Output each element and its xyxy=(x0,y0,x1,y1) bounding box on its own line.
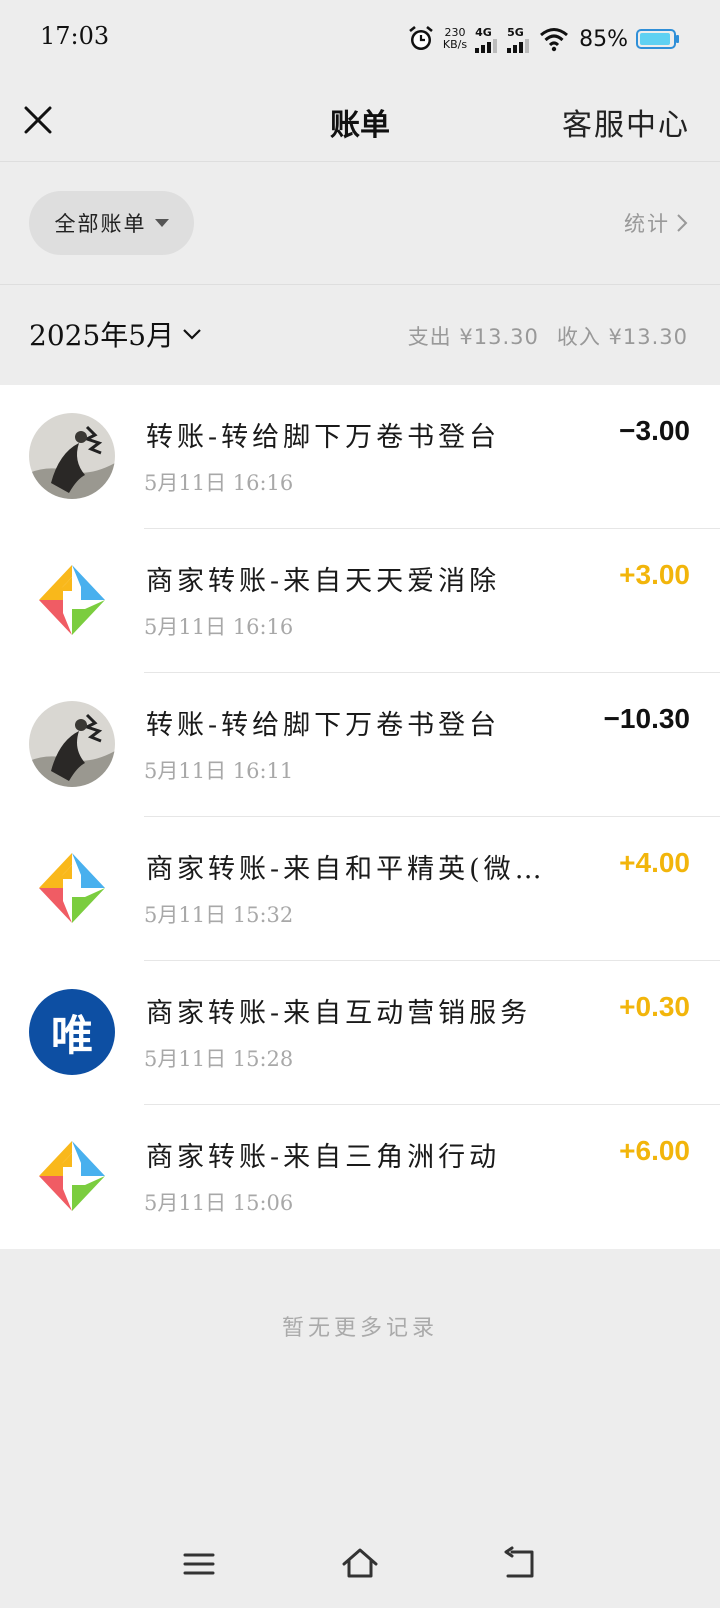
statistics-label: 统计 xyxy=(624,212,670,236)
transaction-amount: +4.00 xyxy=(619,847,690,878)
month-selector[interactable]: 2025年5月 xyxy=(29,314,202,354)
game-logo-icon xyxy=(29,1133,115,1219)
header-divider xyxy=(0,161,720,162)
status-icons: 230 KB/s 4G 5G 85% xyxy=(407,22,680,56)
home-icon[interactable] xyxy=(340,1544,380,1584)
transaction-time: 5月11日 15:28 xyxy=(144,1047,294,1071)
transaction-row[interactable]: 商家转账-来自天天爱消除 5月11日 16:16 +3.00 xyxy=(0,529,720,673)
game-logo-icon xyxy=(29,557,115,643)
no-more-records: 暂无更多记录 xyxy=(281,1316,438,1341)
transaction-row[interactable]: 唯商家转账-来自互动营销服务 5月11日 15:28 +0.30 xyxy=(0,961,720,1105)
user-avatar xyxy=(29,413,115,499)
signal-icon xyxy=(507,38,530,53)
transaction-amount: −10.30 xyxy=(603,703,690,734)
month-expense: 支出 ¥13.30 xyxy=(407,325,539,349)
back-icon[interactable] xyxy=(500,1544,540,1584)
menu-icon[interactable] xyxy=(179,1544,219,1584)
status-bar: 17:03 230 KB/s 4G 5G 85% xyxy=(0,0,720,80)
system-nav-bar xyxy=(0,1452,720,1608)
customer-service-link[interactable]: 客服中心 xyxy=(562,100,690,144)
month-summary: 支出 ¥13.30 收入 ¥13.30 xyxy=(408,321,688,351)
filter-divider xyxy=(0,284,720,285)
signal-icon xyxy=(475,38,498,53)
transaction-amount: +0.30 xyxy=(619,991,690,1022)
sim2-label: 5G xyxy=(507,25,524,39)
dropdown-triangle-icon xyxy=(154,219,169,227)
bill-filter-label: 全部账单 xyxy=(54,212,147,236)
chevron-down-icon xyxy=(183,329,201,340)
transaction-amount: +3.00 xyxy=(619,559,690,590)
battery-icon xyxy=(636,29,679,49)
network-speed: 230 KB/s xyxy=(443,27,467,51)
transaction-time: 5月11日 16:16 xyxy=(144,471,294,495)
month-label: 2025年5月 xyxy=(29,319,175,352)
status-time: 17:03 xyxy=(40,22,110,50)
game-logo-icon xyxy=(29,845,115,931)
transaction-title: 商家转账-来自和平精英(微信… xyxy=(146,854,566,885)
transaction-title: 转账-转给脚下万卷书登台 xyxy=(146,422,501,453)
user-avatar xyxy=(29,701,115,787)
transaction-title: 商家转账-来自三角洲行动 xyxy=(146,1142,501,1173)
transaction-time: 5月11日 15:32 xyxy=(144,903,294,927)
transaction-title: 商家转账-来自天天爱消除 xyxy=(146,566,501,597)
statistics-link[interactable]: 统计 xyxy=(624,208,688,238)
transaction-title: 转账-转给脚下万卷书登台 xyxy=(146,710,501,741)
transaction-title: 商家转账-来自互动营销服务 xyxy=(146,998,532,1029)
bill-filter-dropdown[interactable]: 全部账单 xyxy=(29,191,194,255)
battery-percent: 85% xyxy=(579,26,628,52)
sim1-label: 4G xyxy=(475,25,492,39)
app-header: 账单 客服中心 xyxy=(0,80,720,162)
transaction-list: 转账-转给脚下万卷书登台 5月11日 16:16 −3.00 商家转账-来自天天爱消除… xyxy=(0,385,720,1249)
wifi-icon xyxy=(540,28,569,52)
transaction-time: 5月11日 16:11 xyxy=(144,759,294,783)
sim1-signal: 4G xyxy=(475,26,499,53)
transaction-time: 5月11日 15:06 xyxy=(144,1191,294,1215)
alarm-icon xyxy=(409,25,433,50)
transaction-row[interactable]: 商家转账-来自三角洲行动 5月11日 15:06 +6.00 xyxy=(0,1105,720,1249)
month-income: 收入 ¥13.30 xyxy=(556,325,688,349)
transaction-row[interactable]: 商家转账-来自和平精英(微信… 5月11日 15:32 +4.00 xyxy=(0,817,720,961)
transaction-row[interactable]: 转账-转给脚下万卷书登台 5月11日 16:11 −10.30 xyxy=(0,673,720,817)
transaction-amount: −3.00 xyxy=(619,415,690,446)
network-speed-unit: KB/s xyxy=(442,38,468,51)
transaction-time: 5月11日 16:16 xyxy=(144,615,294,639)
transaction-amount: +6.00 xyxy=(619,1135,690,1166)
transaction-row[interactable]: 转账-转给脚下万卷书登台 5月11日 16:16 −3.00 xyxy=(0,385,720,529)
sim2-signal: 5G xyxy=(507,26,531,53)
chevron-right-icon xyxy=(677,214,688,232)
merchant-logo: 唯 xyxy=(29,989,115,1075)
